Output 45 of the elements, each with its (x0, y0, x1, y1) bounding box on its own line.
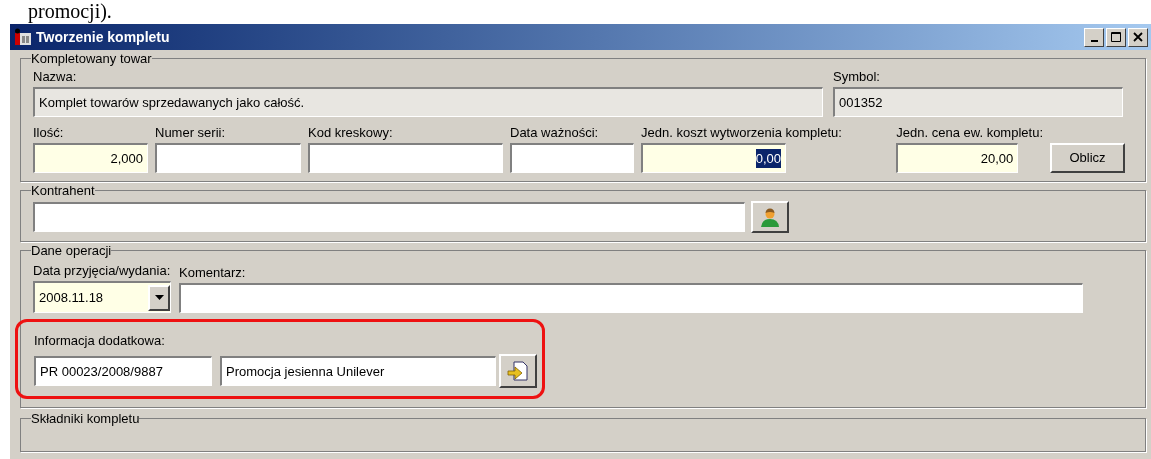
field-label: Jedn. koszt wytworzenia kompletu: (641, 125, 842, 141)
input-field[interactable]: 20,00 (896, 143, 1019, 173)
field-label: Informacja dodatkowa: (34, 333, 165, 348)
group-title: Składniki kompletu (31, 412, 140, 425)
input-field[interactable] (308, 143, 503, 173)
window-title: Tworzenie kompletu (36, 27, 170, 47)
maximize-button[interactable] (1106, 27, 1126, 47)
field-label: Data ważności: (510, 125, 600, 141)
input-field[interactable]: 001352 (833, 87, 1123, 117)
group-title: Kontrahent (31, 184, 95, 197)
field-label: Kod kreskowy: (308, 125, 394, 141)
field-label: Nazwa: (33, 69, 78, 85)
date-picker[interactable]: 2008.11.18 (33, 281, 171, 313)
date-value: 2008.11.18 (38, 288, 105, 307)
close-icon (1133, 32, 1143, 42)
input-field[interactable] (155, 143, 301, 173)
caret-icon (154, 295, 164, 300)
app-logo-icon (14, 28, 32, 46)
input-field[interactable] (33, 202, 745, 232)
document-arrow-icon (507, 360, 529, 382)
input-field[interactable]: 2,000 (33, 143, 148, 173)
minimize-button[interactable] (1084, 27, 1104, 47)
contractor-picker-button[interactable] (751, 201, 789, 233)
field-label: Data przyjęcia/wydania: (33, 263, 171, 279)
person-icon (759, 206, 781, 228)
maximize-icon (1111, 32, 1121, 42)
field-label: Ilość: (33, 125, 65, 141)
field-label: Komentarz: (179, 265, 247, 281)
group-title: Kompletowany towar (31, 52, 152, 65)
input-field[interactable]: Komplet towarów sprzedawanych jako całość. (33, 87, 823, 117)
input-field[interactable]: PR 00023/2008/9887 (34, 356, 212, 386)
minimize-icon (1090, 39, 1098, 42)
field-label: Jedn. cena ew. kompletu: (896, 125, 1043, 141)
input-field[interactable] (179, 283, 1083, 313)
close-button[interactable] (1128, 27, 1148, 47)
input-field[interactable]: 0,00 (641, 143, 786, 173)
calculate-button[interactable]: Oblicz (1050, 143, 1125, 173)
input-field[interactable]: Promocja jesienna Unilever (220, 356, 496, 386)
input-field[interactable] (510, 143, 634, 173)
document-text: promocji). (28, 0, 112, 22)
field-label: Symbol: (833, 69, 881, 85)
field-label: Numer serii: (155, 125, 227, 141)
group-title: Dane operacji (31, 244, 112, 257)
dropdown-button[interactable] (148, 284, 170, 311)
pick-button[interactable] (499, 354, 537, 388)
